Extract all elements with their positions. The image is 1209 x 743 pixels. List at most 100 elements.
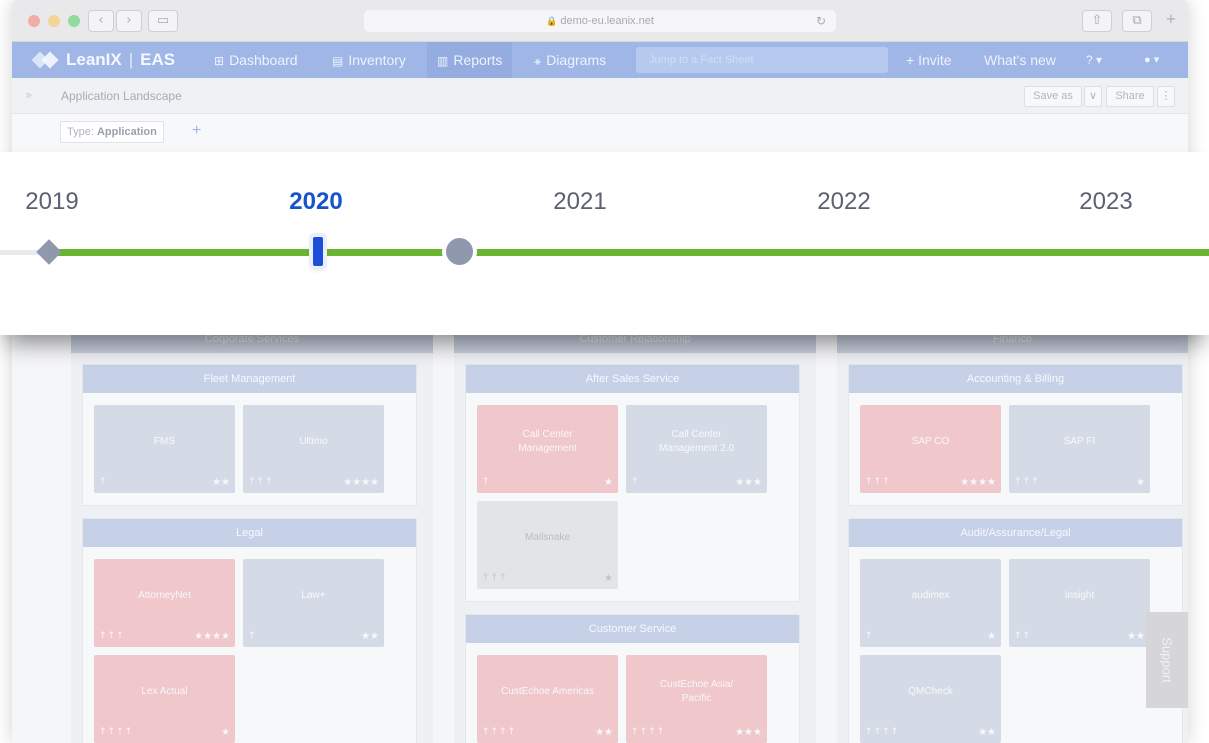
- application-card[interactable]: SAP CO ↑↑↑ ★★★★: [860, 405, 1001, 493]
- support-tab[interactable]: Support: [1146, 612, 1188, 708]
- application-card[interactable]: Lex Actual ↑↑↑↑ ★: [94, 655, 235, 743]
- application-card[interactable]: SAP FI ↑↑↑ ★: [1009, 405, 1150, 493]
- card-arrows: ↑: [99, 477, 108, 487]
- card-name: Law+: [301, 590, 326, 601]
- screenshot-stage: ‹ › ▭ 🔒 demo-eu.leanix.net ↻ ⇧ ⧉ + LeanIX…: [0, 0, 1209, 743]
- capability-group: Fleet Management FMS ↑ ★★ Ultimo ↑↑↑ ★★★…: [82, 364, 417, 506]
- share-icon[interactable]: ⇧: [1082, 10, 1112, 32]
- share-button[interactable]: Share: [1106, 86, 1154, 107]
- address-bar[interactable]: 🔒 demo-eu.leanix.net ↻: [364, 10, 836, 32]
- reload-icon[interactable]: ↻: [816, 10, 826, 32]
- new-tab-button[interactable]: +: [1158, 10, 1184, 32]
- inventory-icon: ▤: [332, 54, 344, 68]
- capability-group: Legal AttorneyNet ↑↑↑ ★★★★ Law+ ↑ ★★ Lex…: [82, 518, 417, 743]
- application-card[interactable]: FMS ↑ ★★: [94, 405, 235, 493]
- brand-name: LeanIX: [66, 50, 122, 69]
- timeline-track[interactable]: [50, 249, 446, 256]
- application-card[interactable]: Ultimo ↑↑↑ ★★★★: [243, 405, 384, 493]
- card-name: Lex Actual: [141, 686, 188, 697]
- card-name: FMS: [153, 436, 176, 447]
- leanix-logo[interactable]: LeanIX | EAS: [31, 42, 176, 78]
- timeline-track-future[interactable]: [474, 249, 1209, 256]
- card-arrows: ↑↑↑: [248, 477, 274, 487]
- year-label-2022[interactable]: 2022: [817, 188, 870, 216]
- card-arrows: ↑↑↑: [865, 477, 891, 487]
- card-arrows: ↑↑: [1014, 631, 1032, 641]
- application-card[interactable]: Call Center Management ↑ ★: [477, 405, 618, 493]
- year-label-2019[interactable]: 2019: [25, 188, 78, 216]
- type-filter-label: Type:: [67, 126, 97, 138]
- card-arrows: ↑: [482, 477, 491, 487]
- nav-dashboard-label: Dashboard: [229, 52, 298, 68]
- nav-diagrams-label: Diagrams: [546, 52, 607, 68]
- application-card[interactable]: audimex ↑ ★: [860, 559, 1001, 647]
- collapse-sidebar-icon[interactable]: »: [25, 88, 32, 102]
- year-label-2023[interactable]: 2023: [1079, 188, 1132, 216]
- group-header: After Sales Service: [466, 365, 799, 393]
- more-options-icon[interactable]: ⋮: [1157, 86, 1175, 107]
- timeline-start-marker[interactable]: [36, 239, 62, 265]
- close-window-button[interactable]: [28, 15, 40, 27]
- nav-inventory[interactable]: ▤ Inventory: [332, 42, 406, 78]
- group-header: Accounting & Billing: [849, 365, 1182, 393]
- invite-button[interactable]: + Invite: [906, 42, 952, 78]
- product-name: EAS: [140, 50, 176, 69]
- capability-group: After Sales Service Call Center Manageme…: [465, 364, 800, 602]
- application-card[interactable]: CustEchoe Americas ↑↑↑↑ ★★: [477, 655, 618, 743]
- whats-new-link[interactable]: What's new: [984, 42, 1056, 78]
- group-header: Audit/Assurance/Legal: [849, 519, 1182, 547]
- card-stars: ★★★★: [960, 477, 996, 488]
- card-stars: ★: [1136, 477, 1145, 488]
- fact-sheet-search-input[interactable]: Jump to a Fact Sheet: [636, 47, 888, 73]
- card-stars: ★★: [212, 477, 230, 488]
- year-label-2021[interactable]: 2021: [553, 188, 606, 216]
- card-arrows: ↑↑↑: [482, 573, 508, 583]
- reports-icon: ▥: [437, 54, 449, 68]
- card-name: Mailsnake: [524, 532, 571, 543]
- timeline-today-marker[interactable]: [446, 238, 473, 265]
- browser-window: ‹ › ▭ 🔒 demo-eu.leanix.net ↻ ⇧ ⧉ + LeanIX…: [12, 0, 1188, 743]
- save-as-dropdown-icon[interactable]: ∨: [1084, 86, 1102, 107]
- card-stars: ★★★: [735, 477, 762, 488]
- filter-bar: Type: Application +: [12, 114, 1188, 154]
- card-arrows: ↑↑↑↑: [865, 727, 900, 737]
- tabs-overview-icon[interactable]: ⧉: [1122, 10, 1152, 32]
- timeline-date-handle[interactable]: [313, 237, 323, 266]
- card-arrows: ↑↑↑↑: [631, 727, 666, 737]
- card-arrows: ↑↑↑↑: [482, 727, 517, 737]
- maximize-window-button[interactable]: [68, 15, 80, 27]
- group-header: Legal: [83, 519, 416, 547]
- type-filter-value: Application: [96, 126, 157, 138]
- year-label-2020[interactable]: 2020: [289, 188, 342, 216]
- application-card[interactable]: Call Center Management 2.0 ↑ ★★★: [626, 405, 767, 493]
- card-name: QMCheck: [908, 686, 953, 697]
- minimize-window-button[interactable]: [48, 15, 60, 27]
- save-as-button[interactable]: Save as: [1024, 86, 1082, 107]
- nav-inventory-label: Inventory: [348, 52, 406, 68]
- application-card[interactable]: CustEchoe Asia/ Pacific ↑↑↑↑ ★★★: [626, 655, 767, 743]
- nav-dashboard[interactable]: ⊞ Dashboard: [214, 42, 298, 78]
- nav-reports[interactable]: ▥ Reports: [427, 42, 513, 78]
- help-menu-icon[interactable]: ? ▾: [1086, 42, 1102, 78]
- application-card[interactable]: Law+ ↑ ★★: [243, 559, 384, 647]
- card-stars: ★★: [978, 727, 996, 738]
- application-card[interactable]: Insight ↑↑ ★★: [1009, 559, 1150, 647]
- type-filter-chip[interactable]: Type: Application: [60, 121, 164, 143]
- capability-group: Customer Service CustEchoe Americas ↑↑↑↑…: [465, 614, 800, 743]
- card-name: AttorneyNet: [138, 590, 191, 601]
- forward-button[interactable]: ›: [116, 10, 142, 32]
- user-menu-icon[interactable]: ● ▾: [1144, 42, 1159, 78]
- card-stars: ★: [987, 631, 996, 642]
- back-button[interactable]: ‹: [88, 10, 114, 32]
- application-card[interactable]: QMCheck ↑↑↑↑ ★★: [860, 655, 1001, 743]
- sidebar-toggle-icon[interactable]: ▭: [148, 10, 178, 32]
- add-filter-icon[interactable]: +: [192, 122, 201, 140]
- card-stars: ★★: [595, 727, 613, 738]
- application-card[interactable]: Mailsnake ↑↑↑ ★: [477, 501, 618, 589]
- landscape-column: Customer Relationship After Sales Servic…: [454, 318, 816, 743]
- support-label: Support: [1159, 637, 1175, 683]
- nav-diagrams[interactable]: ⚹ Diagrams: [534, 42, 606, 78]
- lock-icon: 🔒: [546, 16, 558, 26]
- card-arrows: ↑↑↑: [99, 631, 125, 641]
- application-card[interactable]: AttorneyNet ↑↑↑ ★★★★: [94, 559, 235, 647]
